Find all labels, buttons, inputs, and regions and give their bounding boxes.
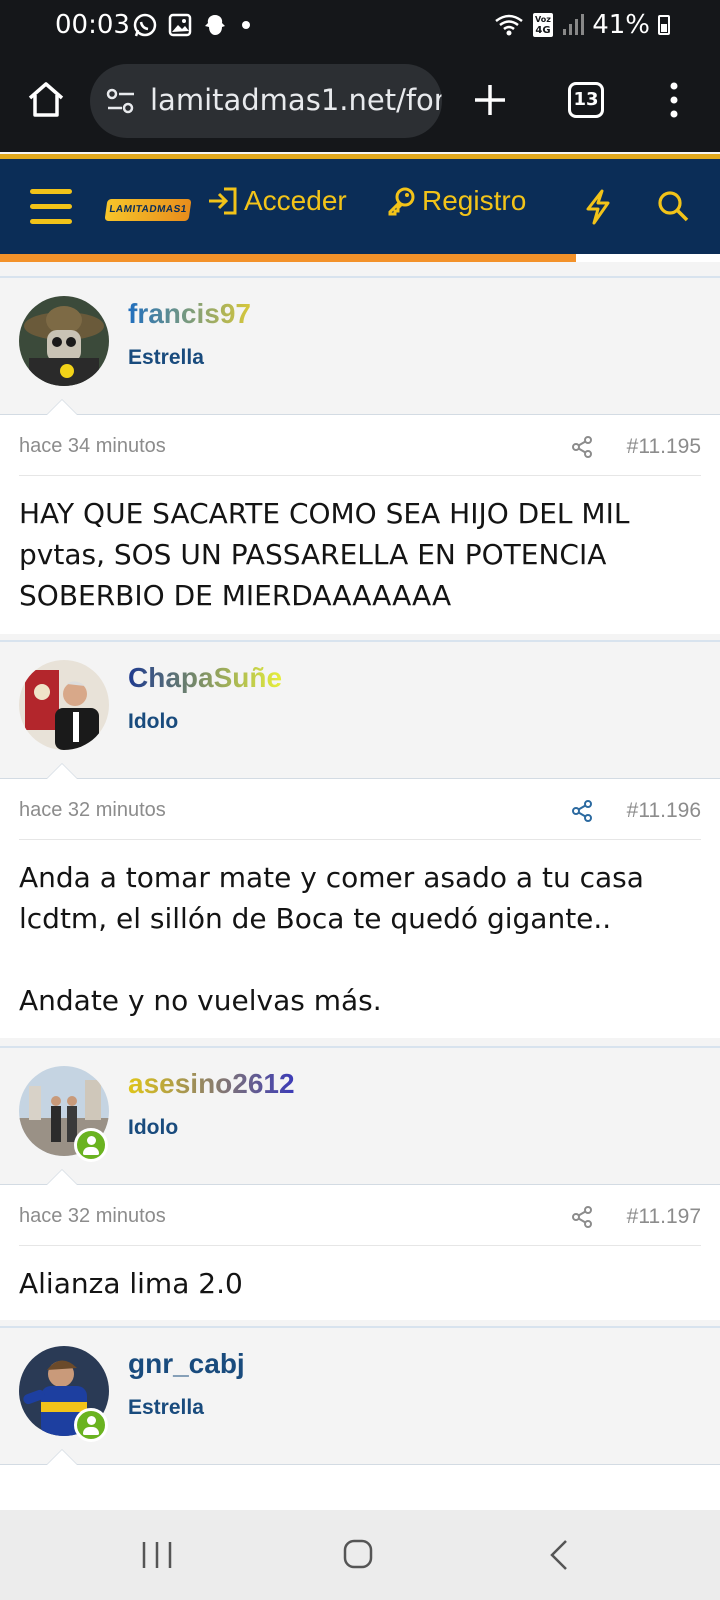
login-icon	[209, 187, 237, 215]
post-time[interactable]: hace 32 minutos	[19, 1205, 166, 1228]
post-number[interactable]: #11.195	[627, 435, 701, 459]
avatar[interactable]	[19, 660, 109, 750]
register-label: Registro	[422, 185, 527, 216]
post-user-block: gnr_cabj Estrella	[0, 1326, 720, 1466]
url-text: lamitadmas1.net/foro	[150, 83, 442, 117]
post-message-block: hace 32 minutos #11.196 Anda a tomar mat…	[0, 763, 720, 1038]
share-icon[interactable]	[570, 435, 594, 459]
browser-toolbar: lamitadmas1.net/foro 13	[0, 52, 720, 152]
tab-switcher-button[interactable]: 13	[568, 82, 604, 118]
whatsapp-icon	[133, 13, 157, 37]
app-notification-icon	[205, 15, 225, 35]
username[interactable]: gnr_cabj	[128, 1348, 245, 1380]
post-arrow	[46, 763, 78, 779]
site-logo[interactable]: LAMITADMAS1	[104, 199, 192, 221]
share-icon[interactable]	[570, 799, 594, 823]
post-message-block: hace 34 minutos #11.195 HAY QUE SACARTE …	[0, 399, 720, 634]
scroll-progress-fill	[0, 254, 576, 262]
register-link[interactable]: Registro	[386, 185, 526, 217]
divider	[19, 1245, 701, 1246]
wifi-icon	[495, 14, 523, 36]
share-icon[interactable]	[570, 1205, 594, 1229]
post-user-block: asesino2612 Idolo	[0, 1046, 720, 1186]
lightning-icon[interactable]	[584, 189, 612, 225]
user-title: Idolo	[128, 710, 179, 733]
key-icon	[388, 187, 415, 216]
post-time[interactable]: hace 34 minutos	[19, 435, 166, 458]
post-time[interactable]: hace 32 minutos	[19, 799, 166, 822]
post-message-block	[0, 1449, 720, 1510]
username[interactable]: asesino2612	[128, 1068, 295, 1100]
home-nav-icon[interactable]	[342, 1538, 374, 1570]
svg-text:Voz: Voz	[535, 15, 551, 24]
post-user-block: ChapaSuñe Idolo	[0, 640, 720, 780]
post-arrow	[46, 399, 78, 415]
login-link[interactable]: Acceder	[206, 185, 347, 217]
post-number[interactable]: #11.196	[627, 799, 701, 823]
online-status-icon	[74, 1128, 108, 1162]
post-number[interactable]: #11.197	[627, 1205, 701, 1229]
post-arrow	[46, 1449, 78, 1465]
address-bar[interactable]: lamitadmas1.net/foro	[90, 64, 442, 138]
user-title: Idolo	[128, 1116, 179, 1139]
user-title: Estrella	[128, 1396, 204, 1419]
avatar[interactable]	[19, 296, 109, 386]
system-indicators: Voz 4G 41%	[494, 10, 670, 40]
battery-percent: 41%	[592, 10, 650, 40]
volte-4g-icon: Voz4G	[533, 13, 554, 37]
new-tab-icon[interactable]	[470, 80, 510, 120]
divider	[19, 475, 701, 476]
divider	[19, 839, 701, 840]
username[interactable]: francis97	[128, 298, 251, 330]
user-title: Estrella	[128, 346, 204, 369]
post-user-block: francis97 Estrella	[0, 276, 720, 416]
status-time: 00:03	[55, 10, 130, 40]
svg-text:4G: 4G	[536, 25, 551, 36]
signal-icon	[563, 14, 585, 35]
system-navigation-bar	[0, 1510, 720, 1600]
gallery-icon	[168, 13, 192, 37]
search-icon[interactable]	[656, 189, 690, 223]
post-arrow	[46, 1169, 78, 1185]
notification-icons	[132, 12, 250, 38]
more-notifications-dot	[242, 21, 250, 29]
menu-icon[interactable]	[30, 189, 72, 225]
site-header: LAMITADMAS1 Acceder Registro	[0, 154, 720, 256]
post-message: Alianza lima 2.0	[19, 1267, 243, 1300]
back-icon[interactable]	[548, 1538, 570, 1572]
online-status-icon	[74, 1408, 108, 1442]
more-menu-icon[interactable]	[664, 80, 684, 120]
battery-icon	[658, 15, 670, 35]
site-settings-icon[interactable]	[106, 88, 136, 114]
home-icon[interactable]	[26, 80, 66, 120]
recent-apps-icon[interactable]	[140, 1540, 174, 1570]
status-bar: 00:03 Voz 4G 41%	[0, 0, 720, 52]
login-label: Acceder	[244, 185, 347, 216]
username[interactable]: ChapaSuñe	[128, 662, 282, 694]
post-message: Anda a tomar mate y comer asado a tu cas…	[19, 861, 644, 1017]
scroll-progress-bar	[0, 254, 720, 262]
post-message: HAY QUE SACARTE COMO SEA HIJO DEL MIL pv…	[19, 497, 639, 612]
post-message-block: hace 32 minutos #11.197 Alianza lima 2.0	[0, 1169, 720, 1320]
